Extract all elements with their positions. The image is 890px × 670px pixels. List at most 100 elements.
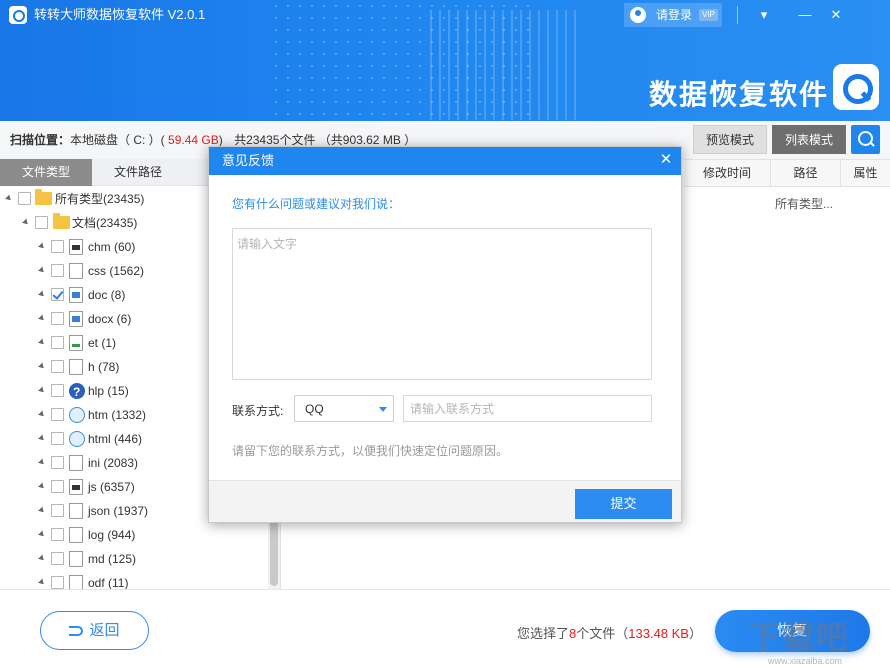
- sel-prefix: 您选择了: [517, 626, 570, 641]
- list-mode-button[interactable]: 列表模式: [772, 125, 846, 154]
- checkbox[interactable]: [51, 288, 64, 301]
- tree-item-label: md (125): [88, 552, 137, 566]
- header-decoration-bars: [430, 10, 580, 120]
- tab-file-path[interactable]: 文件路径: [92, 159, 184, 186]
- checkbox[interactable]: [51, 264, 64, 277]
- tree-item[interactable]: md (125): [0, 547, 268, 571]
- checkbox[interactable]: [18, 192, 31, 205]
- login-button[interactable]: 请登录 VIP: [624, 3, 722, 27]
- tree-item[interactable]: log (944): [0, 523, 268, 547]
- minimize-icon[interactable]: —: [795, 5, 815, 25]
- login-label: 请登录: [656, 8, 693, 22]
- feedback-textarea[interactable]: [232, 228, 652, 380]
- tab-file-type[interactable]: 文件类型: [0, 159, 92, 186]
- feedback-dialog: 意见反馈 ✕ 您有什么问题或建议对我们说： 联系方式: QQ 请留下您的联系方式…: [208, 146, 682, 523]
- tree-item-label: css (1562): [88, 264, 145, 278]
- col-attr[interactable]: 属性: [840, 160, 890, 187]
- json-file-icon: [69, 503, 83, 519]
- checkbox[interactable]: [51, 456, 64, 469]
- tree-item-label: html (446): [88, 432, 143, 446]
- expand-arrow-icon[interactable]: [38, 386, 46, 395]
- tree-item-label: json (1937): [88, 504, 149, 518]
- docx-file-icon: [69, 311, 83, 327]
- contact-input[interactable]: [403, 395, 652, 422]
- col-modified[interactable]: 修改时间: [684, 160, 770, 187]
- disk-size: 59.44 GB: [168, 133, 219, 147]
- user-icon: [630, 7, 646, 23]
- sel-mid: 个文件（: [576, 626, 629, 641]
- contact-type-value: QQ: [305, 402, 324, 416]
- doc-file-icon: [69, 287, 83, 303]
- expand-arrow-icon[interactable]: [38, 554, 46, 563]
- preview-mode-button[interactable]: 预览模式: [693, 125, 767, 154]
- expand-arrow-icon[interactable]: [38, 482, 46, 491]
- sel-size: 133.48 KB: [628, 626, 689, 641]
- expand-arrow-icon[interactable]: [38, 362, 46, 371]
- expand-arrow-icon[interactable]: [38, 434, 46, 443]
- expand-arrow-icon[interactable]: [5, 194, 13, 203]
- tree-docs-label: 文档(23435): [72, 216, 138, 230]
- back-button[interactable]: 返回: [40, 611, 149, 650]
- expand-arrow-icon[interactable]: [38, 506, 46, 515]
- back-label: 返回: [89, 622, 120, 639]
- web-file-icon: [69, 407, 85, 423]
- tree-item-label: log (944): [88, 528, 136, 542]
- checkbox[interactable]: [51, 576, 64, 589]
- expand-arrow-icon[interactable]: [38, 314, 46, 323]
- dialog-title: 意见反馈: [222, 153, 275, 168]
- checkbox[interactable]: [51, 432, 64, 445]
- dialog-header: 意见反馈 ✕: [209, 147, 681, 175]
- close-icon[interactable]: ✕: [826, 5, 846, 25]
- checkbox[interactable]: [51, 408, 64, 421]
- checkbox[interactable]: [51, 552, 64, 565]
- expand-arrow-icon[interactable]: [38, 242, 46, 251]
- title-bar: 转转大师数据恢复软件 V2.0.1 请登录 VIP ▾ — ✕ 数据恢复软件: [0, 0, 890, 121]
- expand-arrow-icon[interactable]: [38, 410, 46, 419]
- back-arrow-icon: [69, 626, 84, 636]
- folder-icon: [53, 213, 70, 229]
- scan-location: 本地磁盘（ C: ）(: [70, 133, 165, 147]
- tree-item-label: h (78): [88, 360, 120, 374]
- vip-badge: VIP: [699, 9, 718, 21]
- checkbox[interactable]: [51, 480, 64, 493]
- divider: [737, 6, 738, 24]
- app-logo-icon: [9, 6, 27, 24]
- contact-hint: 请留下您的联系方式，以便我们快速定位问题原因。: [232, 444, 509, 458]
- chm-file-icon: [69, 239, 83, 255]
- checkbox[interactable]: [51, 504, 64, 517]
- expand-arrow-icon[interactable]: [38, 458, 46, 467]
- expand-arrow-icon[interactable]: [38, 338, 46, 347]
- checkbox[interactable]: [51, 336, 64, 349]
- tree-item-label: doc (8): [88, 288, 126, 302]
- search-icon[interactable]: [851, 125, 880, 154]
- tree-item-label: et (1): [88, 336, 117, 350]
- brand-text: 数据恢复软件: [649, 79, 830, 110]
- expand-arrow-icon[interactable]: [38, 578, 46, 587]
- checkbox[interactable]: [51, 360, 64, 373]
- tree-root-label: 所有类型(23435): [55, 192, 145, 206]
- expand-arrow-icon[interactable]: [38, 266, 46, 275]
- submit-button[interactable]: 提交: [575, 489, 672, 519]
- contact-type-select[interactable]: QQ: [294, 395, 394, 422]
- menu-icon[interactable]: ▾: [754, 5, 774, 25]
- app-title: 转转大师数据恢复软件 V2.0.1: [34, 7, 206, 22]
- css-file-icon: [69, 263, 83, 279]
- et-file-icon: [69, 335, 83, 351]
- contact-label: 联系方式:: [232, 404, 284, 418]
- checkbox[interactable]: [51, 240, 64, 253]
- column-header: 修改时间 路径 属性: [684, 159, 890, 187]
- expand-arrow-icon[interactable]: [22, 218, 30, 227]
- checkbox[interactable]: [51, 384, 64, 397]
- expand-arrow-icon[interactable]: [38, 290, 46, 299]
- col-path[interactable]: 路径: [770, 160, 840, 187]
- tree-item[interactable]: odf (11): [0, 571, 268, 589]
- selection-summary: 您选择了8个文件（133.48 KB）: [517, 623, 702, 642]
- tree-item-label: htm (1332): [88, 408, 147, 422]
- checkbox[interactable]: [51, 528, 64, 541]
- checkbox[interactable]: [51, 312, 64, 325]
- dialog-close-icon[interactable]: ✕: [657, 151, 675, 169]
- scan-label: 扫描位置：: [10, 133, 71, 147]
- checkbox[interactable]: [35, 216, 48, 229]
- expand-arrow-icon[interactable]: [38, 530, 46, 539]
- tree-item-label: docx (6): [88, 312, 132, 326]
